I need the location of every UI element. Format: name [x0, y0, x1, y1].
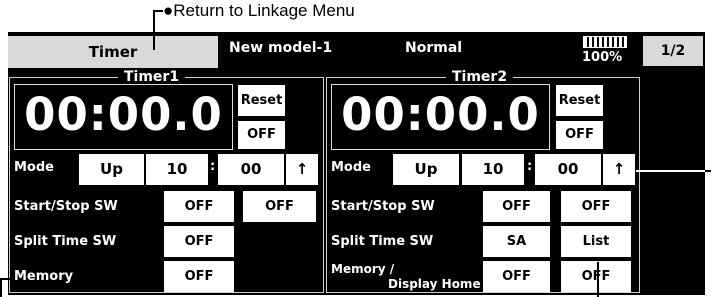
timer1-reset-button[interactable]: Reset [238, 85, 285, 116]
callout-line-top-h [153, 10, 163, 12]
timer1-time: 00:00.0 [24, 88, 223, 141]
callout-line-left-v [0, 278, 2, 297]
timer-tab-button[interactable]: Timer [8, 36, 218, 68]
timer2-memory-button[interactable]: OFF [483, 261, 550, 292]
callout-line-bottom [597, 262, 599, 297]
timer1-minutes-button[interactable]: 10 [146, 154, 208, 185]
timer2-display-home-button[interactable]: OFF [561, 261, 631, 292]
timer1-memory-label: Memory [14, 269, 74, 284]
timer2-display-home-label: Display Home [388, 277, 481, 291]
callout-return-linkage: ●Return to Linkage Menu [163, 1, 355, 20]
timer1-direction-button[interactable]: ↑ [286, 154, 318, 185]
timer2-start-stop-button-2[interactable]: OFF [561, 191, 631, 222]
timer2-sw-state-button[interactable]: OFF [556, 121, 603, 149]
timer2-start-stop-button[interactable]: OFF [483, 191, 550, 222]
timer1-title: Timer1 [118, 69, 186, 85]
timer1-start-stop-button-2[interactable]: OFF [243, 191, 316, 222]
timer1-mode-button[interactable]: Up [79, 154, 144, 185]
timer1-split-label: Split Time SW [14, 234, 117, 249]
timer1-memory-button[interactable]: OFF [164, 261, 234, 292]
timer2-direction-button[interactable]: ↑ [603, 154, 635, 185]
timer1-mode-label: Mode [14, 160, 54, 175]
timer2-split-switch-button[interactable]: SA [483, 226, 550, 257]
timer1-colon: : [210, 159, 216, 174]
timer1-seconds-button[interactable]: 00 [218, 154, 284, 185]
timer2-seconds-button[interactable]: 00 [535, 154, 601, 185]
timer2-split-list-button[interactable]: List [561, 226, 631, 257]
bullet-icon: ● [163, 1, 174, 20]
page-button[interactable]: 1/2 [643, 36, 703, 66]
battery-icon [583, 36, 627, 48]
timer1-split-button[interactable]: OFF [164, 226, 234, 257]
timer2-minutes-button[interactable]: 10 [462, 154, 524, 185]
callout-line-top-inner [153, 36, 155, 50]
condition-name: Normal [405, 40, 463, 56]
timer1-start-stop-label: Start/Stop SW [14, 199, 118, 214]
timer2-mode-button[interactable]: Up [393, 154, 459, 185]
callout-line-right [636, 170, 711, 172]
timer1-sw-state-button[interactable]: OFF [238, 121, 285, 149]
timer2-time: 00:00.0 [341, 88, 540, 141]
battery-percent: 100% [582, 50, 623, 65]
timer2-split-label: Split Time SW [331, 234, 434, 249]
timer2-start-stop-label: Start/Stop SW [331, 199, 435, 214]
timer2-mode-label: Mode [331, 160, 371, 175]
timer1-start-stop-button[interactable]: OFF [164, 191, 234, 222]
model-name: New model-1 [229, 40, 333, 56]
timer2-reset-button[interactable]: Reset [556, 85, 603, 116]
callout-line-right-outside [705, 170, 711, 172]
timer2-colon: : [527, 159, 533, 174]
timer2-title: Timer2 [446, 69, 514, 85]
timer2-memory-label: Memory / [331, 262, 395, 276]
